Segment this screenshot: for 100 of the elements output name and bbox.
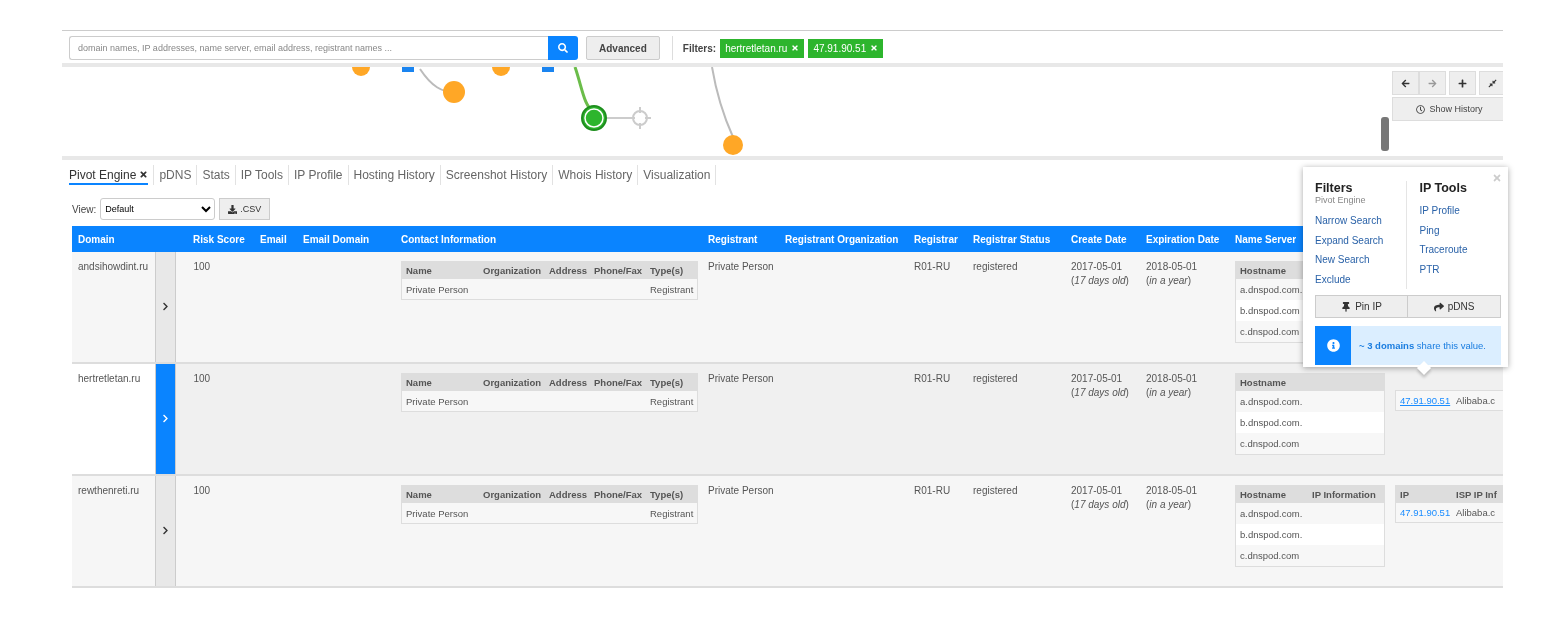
- column-header: Email: [252, 226, 295, 252]
- table-cell: registered: [965, 252, 1063, 363]
- advanced-button[interactable]: Advanced: [586, 36, 660, 60]
- pin-icon: [1341, 301, 1352, 312]
- column-header: Organization: [482, 265, 542, 276]
- column-header: Type(s): [649, 489, 684, 500]
- info-icon: [1326, 339, 1340, 352]
- menu-link[interactable]: IP Profile: [1419, 201, 1508, 221]
- menu-link[interactable]: PTR: [1419, 259, 1508, 279]
- table-cell: Private Person: [700, 363, 777, 475]
- share-icon: [1433, 301, 1444, 312]
- popover-title: IP Tools: [1419, 181, 1468, 195]
- view-label: View:: [72, 203, 97, 215]
- resize-handle[interactable]: [1381, 117, 1389, 151]
- expiration-date: 2018-05-01: [1146, 485, 1199, 496]
- graph-node[interactable]: [542, 67, 554, 72]
- create-date: 2017-05-01: [1071, 373, 1124, 384]
- table-cell: Private Person: [700, 252, 777, 363]
- plus-icon: [1458, 78, 1467, 88]
- date-relative: (in a year): [1146, 499, 1193, 510]
- column-header: Contact Information: [393, 226, 700, 252]
- table-cell-text: a.dnspod.com.: [1239, 284, 1303, 295]
- search-button[interactable]: [548, 36, 578, 60]
- column-header: Domain: [72, 226, 155, 252]
- domain-cell: andsihowdint.ru: [72, 252, 155, 363]
- graph-edge: [711, 67, 734, 138]
- menu-link[interactable]: Ping: [1419, 220, 1508, 240]
- pdns-button[interactable]: pDNS: [1408, 295, 1501, 318]
- domain-cell: rewthenreti.ru: [72, 475, 155, 587]
- column-header: Address: [548, 377, 587, 388]
- close-icon[interactable]: [139, 170, 149, 179]
- popover-subtitle: Pivot Engine: [1315, 195, 1367, 205]
- clock-icon: [1416, 104, 1426, 114]
- expand-button[interactable]: [155, 363, 175, 475]
- table-cell-text: b.dnspod.com: [1239, 305, 1300, 316]
- date-age: (17 days old): [1071, 499, 1130, 510]
- column-header: Risk Score: [175, 226, 252, 252]
- search-field[interactable]: domain names, IP addresses, name server, email address, registrant names ...: [69, 36, 548, 60]
- compress-icon: [1488, 78, 1497, 88]
- graph-node[interactable]: [352, 67, 370, 76]
- column-header: Phone/Fax: [593, 377, 643, 388]
- table-cell-text: b.dnspod.com.: [1239, 529, 1303, 540]
- table-cell-text: c.dnspod.com: [1239, 550, 1300, 561]
- search-icon: [558, 43, 568, 53]
- chevron-icon: [160, 413, 170, 423]
- chevron-icon: [160, 301, 170, 311]
- remove-icon[interactable]: [791, 44, 800, 52]
- view-select[interactable]: Default: [100, 198, 216, 220]
- expand-button[interactable]: [155, 475, 175, 587]
- show-history-button[interactable]: Show History: [1392, 97, 1503, 121]
- pin-button[interactable]: Pin IP: [1315, 295, 1408, 318]
- table-cell: 100: [175, 475, 252, 587]
- remove-icon[interactable]: [870, 44, 879, 52]
- table-cell-text: a.dnspod.com.: [1239, 396, 1303, 407]
- column-header: Registrar Status: [965, 226, 1063, 252]
- graph-node[interactable]: [581, 105, 607, 131]
- menu-link[interactable]: Traceroute: [1419, 240, 1508, 260]
- table-cell-text: Alibaba.c: [1455, 395, 1496, 406]
- column-header: Hostname: [1239, 265, 1286, 276]
- column-header: Hostname: [1239, 489, 1286, 500]
- zoom-in-button[interactable]: [1449, 71, 1476, 95]
- forward-button[interactable]: [1419, 71, 1446, 95]
- column-header: Email Domain: [295, 226, 393, 252]
- table-cell: R01-RU: [906, 475, 965, 587]
- column-header: Type(s): [649, 265, 684, 276]
- date-relative: (in a year): [1146, 275, 1193, 286]
- back-button[interactable]: [1392, 71, 1419, 95]
- column-header: Registrant Organization: [777, 226, 906, 252]
- table-cell: registered: [965, 475, 1063, 587]
- column-header: Expiration Date: [1138, 226, 1227, 252]
- csv-export-button[interactable]: .CSV: [219, 198, 271, 220]
- graph-node[interactable]: [402, 67, 414, 72]
- graph-node[interactable]: [443, 81, 465, 103]
- column-header: IP: [1399, 489, 1409, 500]
- tab-label: Pivot Engine: [69, 167, 137, 182]
- create-date: 2017-05-01: [1071, 261, 1124, 272]
- compress-button[interactable]: [1479, 71, 1503, 95]
- table-cell-text: Private Person: [405, 283, 469, 295]
- graph-node[interactable]: [723, 135, 743, 155]
- table-cell: 100: [175, 252, 252, 363]
- left-arrow-icon: [1401, 78, 1410, 88]
- domain-cell: hertretletan.ru: [72, 363, 155, 475]
- table-cell-text: a.dnspod.com.: [1239, 508, 1303, 519]
- create-date: 2017-05-01: [1071, 485, 1124, 496]
- column-header: Organization: [482, 377, 542, 388]
- column-header: Address: [548, 265, 587, 276]
- table-cell-text: Private Person: [405, 395, 469, 407]
- tab[interactable]: Pivot Engine: [69, 165, 149, 185]
- menu-link[interactable]: Exclude: [1315, 269, 1407, 289]
- menu-link[interactable]: New Search: [1315, 250, 1407, 270]
- table-cell-text: Alibaba.c: [1455, 507, 1496, 518]
- column-header: Organization: [482, 489, 542, 500]
- table-cell: registered: [965, 363, 1063, 475]
- table-cell-text: Registrant: [649, 283, 694, 295]
- expand-button[interactable]: [155, 252, 175, 363]
- info-text: ~ 3 domains share this value.: [1358, 340, 1486, 351]
- table-cell-text: c.dnspod.com: [1239, 438, 1300, 449]
- column-header: Registrant: [700, 226, 777, 252]
- popover-title: Filters: [1315, 181, 1354, 195]
- graph-node[interactable]: [492, 67, 510, 76]
